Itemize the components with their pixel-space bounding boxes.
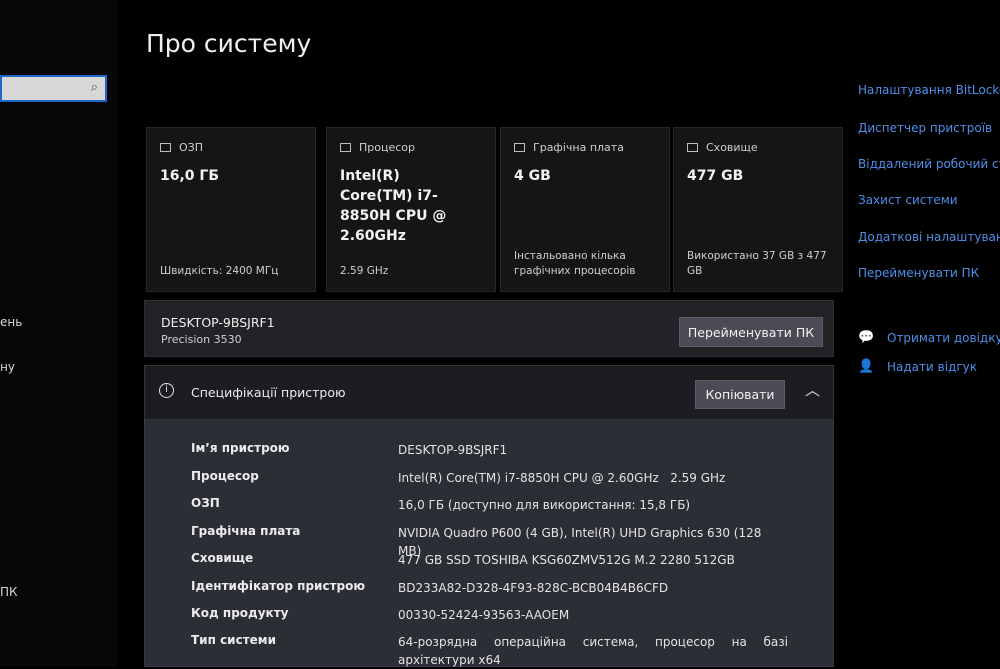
related-settings-pane: Налаштування BitLocker Диспетчер пристро… bbox=[845, 0, 1000, 667]
card-value: 477 GB bbox=[687, 168, 744, 184]
card-storage: Сховище 477 GB Використано 37 GB з 477 G… bbox=[673, 127, 843, 292]
device-specs-title: Специфікації пристрою bbox=[191, 385, 346, 400]
left-nav-item[interactable]: ну bbox=[0, 360, 15, 374]
card-label: Сховище bbox=[706, 141, 758, 154]
link-system-protection[interactable]: Захист системи bbox=[858, 193, 958, 207]
copy-button[interactable]: Копіювати bbox=[695, 380, 785, 409]
card-footer: Використано 37 GB з 477 GB bbox=[687, 250, 827, 277]
device-specs-header[interactable]: i Специфікації пристрою Копіювати ︿ bbox=[144, 365, 834, 420]
card-gpu: Графічна плата 4 GB Інстальовано кілька … bbox=[500, 127, 670, 292]
card-label: Графічна плата bbox=[533, 141, 624, 154]
cpu-icon bbox=[340, 143, 351, 152]
give-feedback-label: Надати відгук bbox=[887, 359, 977, 374]
spec-label: Процесор bbox=[191, 469, 259, 483]
get-help-link[interactable]: 💬 Отримати довідку bbox=[858, 330, 1000, 345]
give-feedback-link[interactable]: 👤 Надати відгук bbox=[858, 359, 977, 374]
card-cpu: Процесор Intel(R) Core(TM) i7-8850H CPU … bbox=[326, 127, 496, 292]
device-model: Precision 3530 bbox=[161, 333, 242, 346]
card-value: 4 GB bbox=[514, 168, 551, 184]
card-value: Intel(R) Core(TM) i7-8850H CPU @ 2.60GHz bbox=[340, 168, 447, 244]
spec-label: Тип системи bbox=[191, 633, 277, 647]
search-icon: ⌕ bbox=[90, 80, 98, 95]
gpu-icon bbox=[514, 143, 525, 152]
spec-label: ОЗП bbox=[191, 496, 220, 510]
device-specs-panel: Ім’я пристрою DESKTOP-9BSJRF1 Процесор I… bbox=[144, 420, 834, 667]
left-nav-item[interactable]: ПК bbox=[0, 585, 18, 599]
spec-label: Код продукту bbox=[191, 606, 289, 620]
spec-value: DESKTOP-9BSJRF1 bbox=[398, 443, 508, 457]
card-label: Процесор bbox=[359, 141, 415, 154]
page-title: Про систему bbox=[146, 29, 312, 58]
card-label: ОЗП bbox=[179, 141, 203, 154]
device-name-bar: DESKTOP-9BSJRF1 Precision 3530 Переймену… bbox=[144, 300, 834, 357]
storage-icon bbox=[687, 143, 698, 152]
spec-value: Intel(R) Core(TM) i7-8850H CPU @ 2.60GHz… bbox=[398, 471, 726, 485]
help-chat-icon: 💬 bbox=[858, 330, 875, 345]
spec-label: Графічна плата bbox=[191, 524, 301, 538]
spec-label: Ім’я пристрою bbox=[191, 441, 290, 455]
link-rename-pc[interactable]: Перейменувати ПК bbox=[858, 266, 979, 280]
link-bitlocker[interactable]: Налаштування BitLocker bbox=[858, 83, 1000, 97]
rename-pc-button[interactable]: Перейменувати ПК bbox=[679, 317, 823, 347]
spec-label: Сховище bbox=[191, 551, 254, 565]
left-nav-item[interactable]: ень bbox=[0, 315, 22, 329]
spec-value: 16,0 ГБ (доступно для використання: 15,8… bbox=[398, 498, 691, 512]
spec-value: 64-розрядна операційна система, процесор… bbox=[398, 635, 788, 667]
ram-icon bbox=[160, 143, 171, 152]
main-content: Про систему ОЗП 16,0 ГБ Швидкість: 2400 … bbox=[120, 0, 843, 667]
get-help-label: Отримати довідку bbox=[887, 330, 1000, 345]
chevron-up-icon[interactable]: ︿ bbox=[805, 379, 820, 400]
search-input[interactable]: ⌕ bbox=[0, 75, 107, 102]
spec-value: 477 GB SSD TOSHIBA KSG60ZMV512G M.2 2280… bbox=[398, 553, 735, 567]
link-advanced-settings[interactable]: Додаткові налаштуванн bbox=[858, 230, 1000, 244]
spec-value: 00330-52424-93563-AAOEM bbox=[398, 608, 570, 622]
card-ram: ОЗП 16,0 ГБ Швидкість: 2400 МГц bbox=[146, 127, 316, 292]
left-navigation-pane: ⌕ ень ну ПК bbox=[0, 0, 118, 667]
card-footer: Швидкість: 2400 МГц bbox=[160, 265, 279, 277]
card-value: 16,0 ГБ bbox=[160, 168, 220, 184]
feedback-icon: 👤 bbox=[858, 359, 875, 374]
spec-label: Ідентифікатор пристрою bbox=[191, 579, 366, 593]
link-device-manager[interactable]: Диспетчер пристроїв bbox=[858, 121, 992, 135]
spec-value: BD233A82-D328-4F93-828C-BCB04B4B6CFD bbox=[398, 581, 669, 595]
link-remote-desktop[interactable]: Віддалений робочий ст bbox=[858, 157, 1000, 171]
info-icon: i bbox=[159, 383, 174, 398]
device-name: DESKTOP-9BSJRF1 bbox=[161, 315, 275, 330]
card-footer: 2.59 GHz bbox=[340, 265, 389, 277]
card-footer: Інстальовано кілька графічних процесорів bbox=[514, 250, 636, 277]
